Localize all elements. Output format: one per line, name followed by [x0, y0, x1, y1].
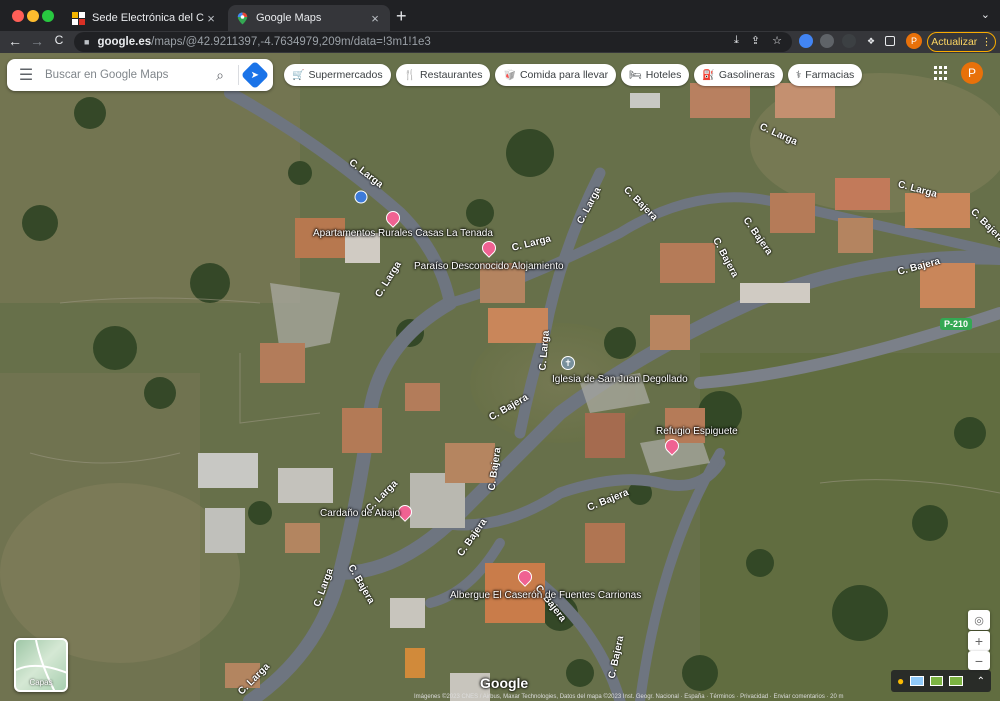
tab-search-icon[interactable]: ⌄ — [981, 8, 990, 21]
gas-pump-icon: ⛽ — [702, 69, 715, 81]
directions-icon: ➤ — [250, 69, 260, 81]
url-path: /maps/@42.9211397,-4.7634979,209m/data=!… — [151, 36, 431, 48]
install-app-icon[interactable]: ⤓ — [734, 34, 739, 47]
search-box: ☰ ⌕ ➤ — [7, 59, 273, 91]
zoom-out-button[interactable]: − — [968, 651, 990, 670]
chip-label: Supermercados — [308, 69, 383, 81]
chip-label: Hoteles — [645, 69, 682, 81]
pen-extension-icon[interactable] — [842, 34, 856, 48]
hamburger-menu-icon[interactable]: ☰ — [7, 65, 45, 85]
tab-catastro[interactable]: Sede Electrónica del Catastro × — [64, 5, 226, 31]
lodging-pin-icon[interactable] — [662, 436, 682, 456]
poi-marker[interactable] — [662, 436, 682, 456]
back-button[interactable]: ← — [6, 33, 24, 49]
lodging-pin-icon[interactable] — [383, 208, 403, 228]
satellite-imagery — [0, 53, 1000, 701]
poi-label[interactable]: Refugio Espiguete — [656, 426, 738, 438]
poi-label[interactable]: Paraíso Desconocido Alojamiento — [414, 261, 564, 273]
maps-pin-icon — [237, 12, 248, 24]
my-location-button[interactable]: ◎ — [968, 610, 990, 630]
poi-label[interactable]: Albergue El Caserón de Fuentes Carrionas — [450, 590, 641, 602]
reload-button[interactable]: C — [50, 33, 68, 47]
poi-label[interactable]: Iglesia de San Juan Degollado — [552, 374, 688, 386]
kebab-menu-icon[interactable]: ⋮ — [981, 36, 992, 48]
minimize-window-button[interactable] — [27, 10, 39, 22]
tab-strip: Sede Electrónica del Catastro × Google M… — [0, 0, 1000, 31]
update-label: Actualizar — [931, 36, 978, 48]
lodging-pin-icon[interactable] — [515, 567, 535, 587]
google-logo: Google — [480, 675, 529, 691]
chip-label: Farmacias — [805, 69, 855, 81]
pharmacy-icon: ⚕ — [795, 69, 802, 81]
poi-label[interactable]: Apartamentos Rurales Casas La Tenada — [313, 228, 493, 240]
chip-label: Comida para llevar — [519, 69, 609, 81]
close-window-button[interactable] — [12, 10, 24, 22]
tab-title: Sede Electrónica del Catastro — [92, 12, 204, 24]
search-icon[interactable]: ⌕ — [208, 67, 232, 84]
road-shield: P-210 — [940, 318, 973, 330]
imagery-thumbnail-icon[interactable] — [910, 676, 924, 686]
lock-icon[interactable]: ■ — [84, 37, 89, 47]
browser-toolbar: ← → C ■ google.es/maps/@42.9211397,-4.76… — [0, 31, 1000, 53]
category-chips: 🛒 Supermercados 🍴 Restaurantes 🥡 Comida par… — [284, 64, 863, 86]
directions-button[interactable]: ➤ — [240, 60, 270, 90]
tab-google-maps[interactable]: Google Maps × — [228, 5, 390, 31]
profile-avatar[interactable]: P — [906, 33, 922, 49]
poi-marker[interactable] — [515, 567, 535, 587]
chip-restaurantes[interactable]: 🍴 Restaurantes — [395, 64, 491, 86]
fork-knife-icon: 🍴 — [403, 69, 417, 81]
share-icon[interactable]: ⇪ — [751, 34, 760, 47]
poi-marker[interactable] — [479, 238, 499, 258]
imagery-thumbnail-icon[interactable] — [929, 676, 944, 686]
minus-icon: − — [974, 652, 984, 669]
browser-window: Sede Electrónica del Catastro × Google M… — [0, 0, 1000, 701]
poi-label[interactable]: Cardaño de Abajo — [320, 508, 400, 520]
zoom-in-button[interactable]: + — [968, 631, 990, 651]
layers-label: Capas — [29, 678, 53, 687]
chip-hoteles[interactable]: 🛏 Hoteles — [621, 64, 690, 86]
pegman-icon[interactable]: ● — [897, 674, 904, 688]
chip-farmacias[interactable]: ⚕ Farmacias — [787, 64, 863, 86]
street-view-strip: ● ⌃ — [891, 670, 991, 692]
update-browser-button[interactable]: Actualizar ⋮ — [927, 32, 996, 52]
account-avatar[interactable]: P — [961, 62, 983, 84]
plus-icon: + — [974, 633, 984, 649]
imagery-thumbnail-icon[interactable] — [949, 676, 963, 686]
url-host: google.es — [97, 36, 152, 48]
chip-label: Gasolineras — [718, 69, 775, 81]
google-apps-icon[interactable] — [934, 66, 948, 80]
tab-title: Google Maps — [256, 12, 322, 24]
chip-gasolineras[interactable]: ⛽ Gasolineras — [694, 64, 783, 86]
search-input[interactable] — [45, 69, 208, 81]
cart-icon: 🛒 — [292, 69, 305, 81]
address-bar[interactable]: ■ google.es/maps/@42.9211397,-4.7634979,… — [74, 32, 792, 52]
chip-label: Restaurantes — [420, 69, 483, 81]
forward-button[interactable]: → — [28, 33, 46, 49]
chip-comida-para-llevar[interactable]: 🥡 Comida para llevar — [495, 64, 617, 86]
close-tab-icon[interactable]: × — [204, 11, 218, 26]
map-attribution[interactable]: Imágenes ©2023 CNES / Airbus, Maxar Tech… — [414, 694, 844, 700]
extension-icon[interactable] — [799, 34, 813, 48]
maximize-window-button[interactable] — [42, 10, 54, 22]
poi-marker[interactable] — [383, 208, 403, 228]
bookmark-star-icon[interactable]: ☆ — [772, 34, 782, 47]
lodging-pin-icon[interactable] — [479, 238, 499, 258]
camera-extension-icon[interactable] — [820, 34, 834, 48]
bed-icon: 🛏 — [629, 69, 642, 81]
locate-icon: ◎ — [974, 614, 984, 627]
takeout-icon: 🥡 — [503, 69, 516, 81]
divider — [238, 65, 239, 85]
chip-supermercados[interactable]: 🛒 Supermercados — [284, 64, 391, 86]
poi-marker[interactable] — [395, 502, 415, 522]
side-panel-icon[interactable] — [885, 36, 895, 46]
layers-button[interactable]: Capas — [14, 638, 68, 692]
church-icon[interactable]: ✝ — [561, 356, 575, 370]
expand-icon[interactable]: ⌃ — [977, 676, 985, 687]
close-tab-icon[interactable]: × — [368, 11, 382, 26]
satellite-map[interactable]: C. Larga C. Larga C. Larga C. Bajera C. … — [0, 53, 1000, 701]
puzzle-extensions-icon[interactable]: ❖ — [864, 34, 878, 48]
catastro-icon — [72, 11, 85, 25]
new-tab-button[interactable]: + — [396, 6, 407, 27]
